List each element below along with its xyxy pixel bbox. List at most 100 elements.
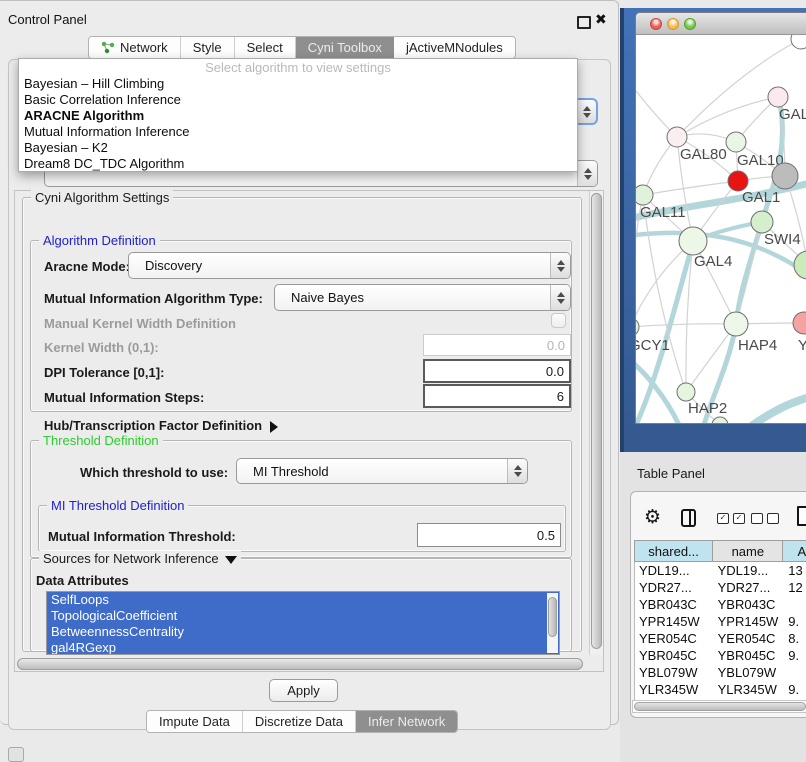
table-cell[interactable]: YPR145W: [635, 614, 714, 629]
vertical-scrollbar[interactable]: [589, 191, 603, 655]
network-node[interactable]: [791, 35, 806, 49]
hub-definition-toggle[interactable]: Hub/Transcription Factor Definition: [44, 418, 278, 433]
inference-algorithm-combobox-stepper[interactable]: [576, 98, 598, 125]
network-node-gal[interactable]: [768, 87, 788, 107]
table-cell[interactable]: YLR345W: [635, 682, 714, 697]
table-cell[interactable]: 12: [784, 580, 806, 595]
table-cell[interactable]: YBR043C: [714, 597, 785, 612]
table-cell[interactable]: YDR27...: [714, 580, 785, 595]
mi-algorithm-type-combobox[interactable]: Naive Bayes: [274, 284, 571, 311]
tab-cyni-toolbox[interactable]: Cyni Toolbox: [296, 37, 394, 58]
scrollbar-thumb[interactable]: [591, 193, 602, 649]
network-node-hap2[interactable]: [677, 383, 695, 401]
network-node-y[interactable]: [793, 312, 806, 334]
algorithm-option[interactable]: ARACNE Algorithm: [19, 108, 577, 124]
mi-threshold-field[interactable]: 0.5: [417, 523, 561, 547]
dpi-tolerance-field[interactable]: 0.0: [423, 359, 571, 383]
algorithm-option[interactable]: Mutual Information Inference: [19, 124, 577, 140]
table-cell[interactable]: YBR045C: [714, 648, 785, 663]
zoom-traffic-light[interactable]: [684, 18, 696, 30]
table-cell[interactable]: YLR345W: [714, 682, 785, 697]
close-icon[interactable]: ✖: [595, 11, 607, 28]
table-cell[interactable]: YBR045C: [635, 648, 714, 663]
combo-stepper[interactable]: [577, 161, 597, 186]
column-header-shared[interactable]: shared...: [635, 541, 713, 561]
new-table-icon[interactable]: [797, 506, 806, 526]
apply-button[interactable]: Apply: [269, 679, 338, 702]
table-cell[interactable]: YPR145W: [714, 614, 785, 629]
float-icon[interactable]: [577, 16, 591, 29]
horizontal-scrollbar[interactable]: [16, 657, 586, 671]
table-cell[interactable]: 9.: [784, 648, 806, 663]
network-node[interactable]: [794, 251, 806, 279]
aracne-mode-combobox[interactable]: Discovery: [128, 252, 571, 279]
scrollbar-thumb[interactable]: [634, 702, 806, 711]
attribute-item[interactable]: SelfLoops: [47, 592, 559, 608]
table-cell[interactable]: YBR043C: [635, 597, 714, 612]
table-cell[interactable]: YER054C: [635, 631, 714, 646]
algorithm-option[interactable]: Bayesian – Hill Climbing: [19, 76, 577, 92]
minimize-traffic-light[interactable]: [667, 18, 679, 30]
mi-steps-field[interactable]: 6: [423, 384, 571, 408]
network-node-gcy1[interactable]: [636, 318, 639, 336]
network-node-swi4[interactable]: [751, 211, 773, 233]
tab-network[interactable]: Network: [89, 37, 181, 58]
table-cell[interactable]: 8.: [784, 631, 806, 646]
algorithm-option[interactable]: Bayesian – K2: [19, 140, 577, 156]
network-canvas[interactable]: GALGAL80GAL10GAL1GAL11SWI4GAL4GCY1HAP4YH…: [636, 35, 806, 424]
network-node-gal11[interactable]: [636, 185, 653, 205]
algorithm-option[interactable]: Dream8 DC_TDC Algorithm: [19, 156, 577, 172]
column-header-a[interactable]: A: [783, 541, 806, 561]
column-header-name[interactable]: name: [713, 541, 783, 561]
table-row[interactable]: YDL19...YDL19...13: [635, 562, 806, 579]
network-node-hap4[interactable]: [724, 312, 748, 336]
which-threshold-combobox[interactable]: MI Threshold: [236, 458, 528, 484]
attribute-item[interactable]: TopologicalCoefficient: [47, 608, 559, 624]
tab-select[interactable]: Select: [235, 37, 296, 58]
table-row[interactable]: YBR045CYBR045C9.: [635, 647, 806, 664]
table-cell[interactable]: YDR27...: [635, 580, 714, 595]
table-row[interactable]: YBL079WYBL079W: [635, 664, 806, 681]
unselect-all-columns-icon[interactable]: [751, 513, 779, 524]
tab-impute-data[interactable]: Impute Data: [147, 711, 243, 732]
table-cell[interactable]: 13: [784, 563, 806, 578]
column-browser-icon[interactable]: [681, 509, 696, 527]
network-window-titlebar[interactable]: [636, 13, 806, 35]
table-horizontal-scrollbar[interactable]: [632, 700, 806, 713]
table-row[interactable]: YLR345WYLR345W9.: [635, 681, 806, 698]
list-scrollbar[interactable]: [547, 593, 558, 653]
tab-discretize-data[interactable]: Discretize Data: [243, 711, 356, 732]
tab-jactivemnodules[interactable]: jActiveMNodules: [394, 37, 515, 58]
table-cell[interactable]: 9.: [784, 614, 806, 629]
close-traffic-light[interactable]: [650, 18, 662, 30]
network-node-gal10[interactable]: [726, 132, 746, 152]
network-node-gal4[interactable]: [679, 227, 707, 255]
table-row[interactable]: YPR145WYPR145W9.: [635, 613, 806, 630]
data-attributes-list[interactable]: SelfLoopsTopologicalCoefficientBetweenne…: [46, 591, 560, 655]
minimized-panel-icon[interactable]: [8, 747, 24, 762]
combo-stepper[interactable]: [550, 253, 570, 278]
combo-stepper[interactable]: [507, 459, 527, 483]
scrollbar-thumb[interactable]: [548, 597, 557, 637]
kernel-width-field[interactable]: 0.0: [423, 334, 571, 356]
network-node[interactable]: [772, 163, 798, 189]
sources-group-title[interactable]: Sources for Network Inference: [39, 551, 241, 566]
network-node-gal80[interactable]: [667, 127, 687, 147]
network-node[interactable]: [712, 417, 728, 424]
table-row[interactable]: YDR27...YDR27...12: [635, 579, 806, 596]
tab-infer-network[interactable]: Infer Network: [356, 711, 457, 732]
algorithm-option[interactable]: Basic Correlation Inference: [19, 92, 577, 108]
table-row[interactable]: YBR043CYBR043C: [635, 596, 806, 613]
combo-stepper[interactable]: [550, 285, 570, 310]
gear-icon[interactable]: ⚙: [644, 506, 661, 528]
network-node-gal1[interactable]: [728, 171, 748, 191]
manual-kernel-width-checkbox[interactable]: [551, 313, 566, 328]
attribute-item[interactable]: BetweennessCentrality: [47, 624, 559, 640]
table-row[interactable]: YER054CYER054C8.: [635, 630, 806, 647]
scrollbar-thumb[interactable]: [17, 658, 583, 670]
table-cell[interactable]: YBL079W: [714, 665, 785, 680]
select-all-columns-icon[interactable]: ✓✓: [717, 513, 745, 524]
table-cell[interactable]: YER054C: [714, 631, 785, 646]
table-cell[interactable]: YDL19...: [635, 563, 714, 578]
table-cell[interactable]: 9.: [784, 682, 806, 697]
